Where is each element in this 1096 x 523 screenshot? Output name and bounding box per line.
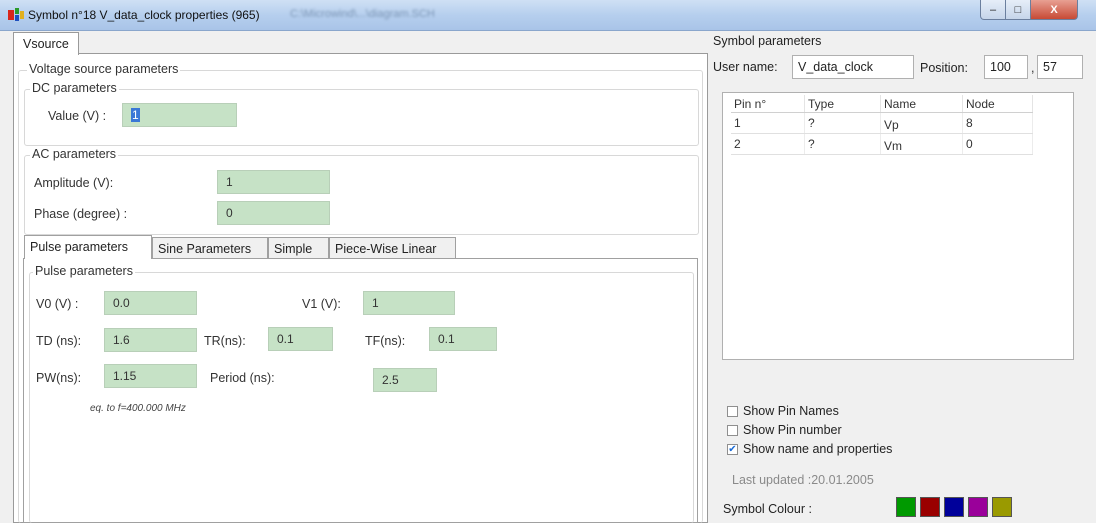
pin-list[interactable]: Pin n° Type Name Node 1 ? Vp 8 2 ? Vm 0 [722, 92, 1074, 360]
pin-type-cell: ? [804, 112, 881, 134]
colour-swatch-green[interactable] [896, 497, 916, 517]
dc-title: DC parameters [30, 81, 119, 95]
pw-field[interactable]: 1.15 [104, 364, 197, 388]
pin-name-cell: Vm [880, 133, 963, 155]
dc-value-field[interactable]: 1 [122, 103, 237, 127]
show-pin-number-label[interactable]: Show Pin number [743, 423, 842, 437]
window-title-path: C:\Microwind\...\diagram.SCH [290, 8, 435, 20]
v1-label: V1 (V): [302, 297, 341, 311]
pin-name-cell: Vp [880, 112, 963, 134]
v1-field[interactable]: 1 [363, 291, 455, 315]
show-pin-names-checkbox[interactable] [727, 406, 738, 417]
pin-number-cell: 1 [731, 112, 805, 134]
table-row[interactable]: 2 ? Vm 0 [731, 133, 1033, 155]
pin-table: Pin n° Type Name Node 1 ? Vp 8 2 ? Vm 0 [731, 95, 1033, 155]
show-pin-number-checkbox[interactable] [727, 425, 738, 436]
symbol-parameters-title: Symbol parameters [713, 34, 822, 48]
pw-label: PW(ns): [36, 371, 82, 385]
title-bar: Symbol n°18 V_data_clock properties (965… [0, 0, 1096, 31]
show-pin-names-label[interactable]: Show Pin Names [743, 404, 839, 418]
period-field[interactable]: 2.5 [373, 368, 437, 392]
minimize-button[interactable]: – [980, 0, 1006, 20]
colour-swatch-red[interactable] [920, 497, 940, 517]
column-pin-number[interactable]: Pin n° [731, 95, 805, 113]
show-name-properties-label[interactable]: Show name and properties [743, 442, 892, 456]
username-label: User name: [713, 60, 778, 74]
v0-field[interactable]: 0.0 [104, 291, 197, 315]
show-name-properties-checkbox[interactable]: ✔ [727, 444, 738, 455]
dc-value-label: Value (V) : [48, 109, 107, 123]
td-label: TD (ns): [36, 334, 82, 348]
tab-piece-wise-linear[interactable]: Piece-Wise Linear [329, 237, 456, 259]
last-updated: Last updated :20.01.2005 [732, 473, 874, 487]
tr-label: TR(ns): [204, 334, 246, 348]
tf-label: TF(ns): [365, 334, 406, 348]
close-button[interactable]: X [1030, 0, 1078, 20]
position-label: Position: [920, 61, 968, 75]
ac-title: AC parameters [30, 147, 119, 161]
amplitude-field[interactable]: 1 [217, 170, 330, 194]
tr-field[interactable]: 0.1 [268, 327, 333, 351]
pulse-title: Pulse parameters [33, 264, 135, 278]
column-name[interactable]: Name [880, 95, 963, 113]
pin-type-cell: ? [804, 133, 881, 155]
tab-sine-parameters[interactable]: Sine Parameters [152, 237, 268, 259]
pin-node-cell: 8 [962, 112, 1033, 134]
colour-swatch-olive[interactable] [992, 497, 1012, 517]
table-row[interactable]: 1 ? Vp 8 [731, 112, 1033, 134]
position-separator: , [1031, 61, 1035, 75]
pin-number-cell: 2 [731, 133, 805, 155]
symbol-colour-label: Symbol Colour : [723, 502, 812, 516]
phase-label: Phase (degree) : [34, 207, 128, 221]
tab-pulse-parameters[interactable]: Pulse parameters [24, 235, 152, 259]
window-title: Symbol n°18 V_data_clock properties (965… [28, 8, 260, 22]
voltage-source-title: Voltage source parameters [27, 62, 181, 76]
tf-field[interactable]: 0.1 [429, 327, 497, 351]
username-field[interactable]: V_data_clock [792, 55, 914, 79]
pin-table-header: Pin n° Type Name Node [731, 95, 1033, 113]
colour-swatch-magenta[interactable] [968, 497, 988, 517]
position-y-field[interactable]: 57 [1037, 55, 1083, 79]
maximize-button[interactable]: □ [1005, 0, 1031, 20]
v0-label: V0 (V) : [36, 297, 79, 311]
column-node[interactable]: Node [962, 95, 1033, 113]
ac-group [24, 155, 699, 235]
td-field[interactable]: 1.6 [104, 328, 197, 352]
column-type[interactable]: Type [804, 95, 881, 113]
tab-simple[interactable]: Simple [268, 237, 329, 259]
app-icon [8, 8, 24, 21]
phase-field[interactable]: 0 [217, 201, 330, 225]
pin-node-cell: 0 [962, 133, 1033, 155]
position-x-field[interactable]: 100 [984, 55, 1028, 79]
amplitude-label: Amplitude (V): [34, 176, 114, 190]
tab-vsource[interactable]: Vsource [13, 32, 79, 55]
period-label: Period (ns): [210, 371, 275, 385]
frequency-note: eq. to f=400.000 MHz [90, 403, 186, 414]
colour-swatch-blue[interactable] [944, 497, 964, 517]
